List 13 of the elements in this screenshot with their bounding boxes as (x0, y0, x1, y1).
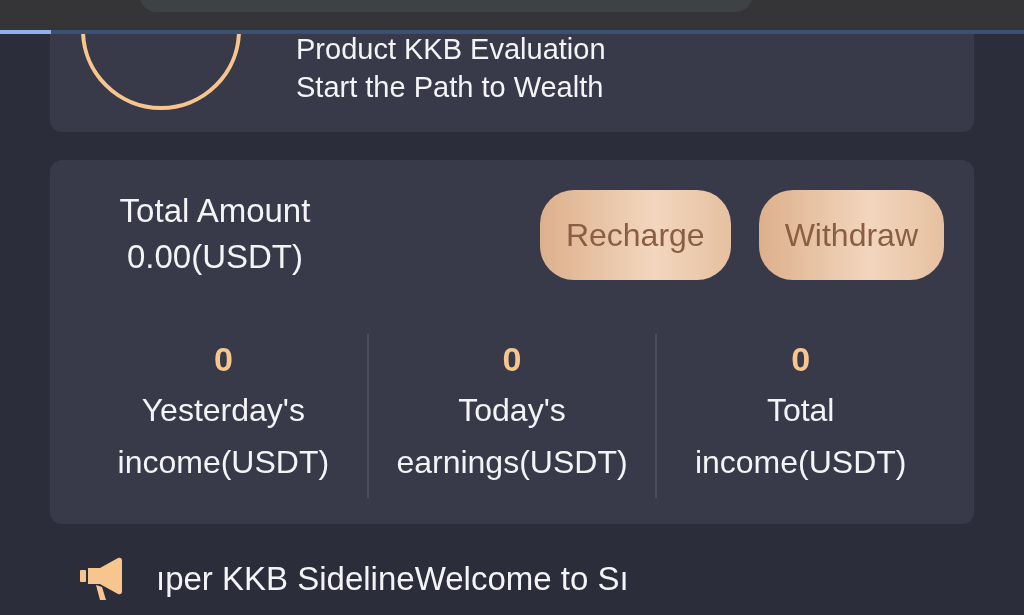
stat-value: 0 (213, 339, 233, 380)
stat-label: Today's earnings(USDT) (395, 391, 629, 482)
stat-label: Yesterday's income(USDT) (116, 391, 331, 482)
total-value: 0.00(USDT) (126, 237, 303, 277)
stat-value: 0 (791, 339, 811, 380)
total-label: Total Amount (119, 191, 311, 231)
recharge-button[interactable]: Recharge (539, 190, 731, 280)
stat-label: Total income(USDT) (693, 391, 908, 482)
stat-value: 0 (502, 339, 522, 380)
withdraw-button[interactable]: Withdraw (758, 190, 944, 280)
intro-text: Start the Path to Wealth (296, 70, 605, 105)
intro-text: Product KKB Evaluation (296, 34, 606, 67)
notice-text: ıper KKB SidelineWelcome to Sı (156, 560, 629, 598)
